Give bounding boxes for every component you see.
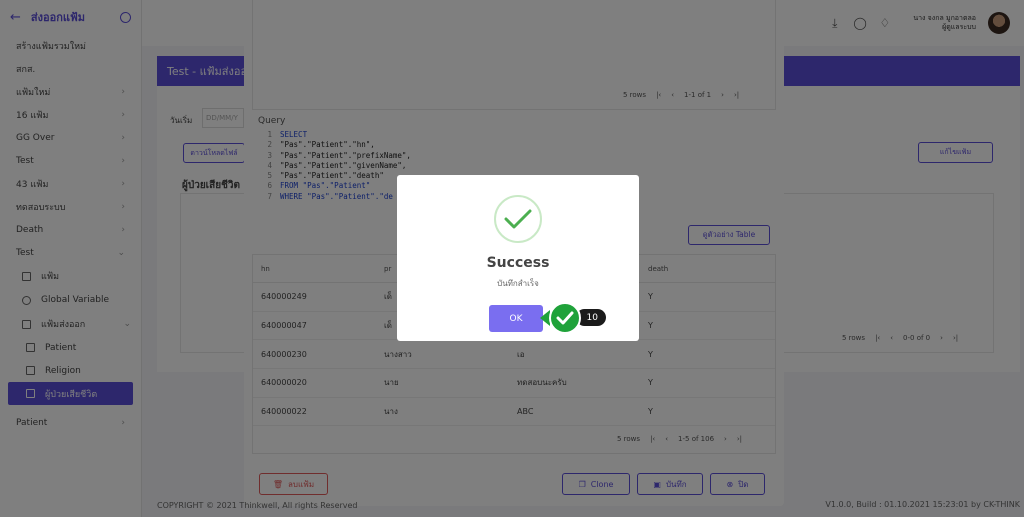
dialog-title: Success [486,255,550,271]
check-icon [549,302,581,334]
dialog-message: บันทึกสำเร็จ [497,279,539,288]
ok-button[interactable]: OK [489,305,543,332]
success-check-icon [494,195,542,243]
cursor-badge: 10 [540,301,606,335]
